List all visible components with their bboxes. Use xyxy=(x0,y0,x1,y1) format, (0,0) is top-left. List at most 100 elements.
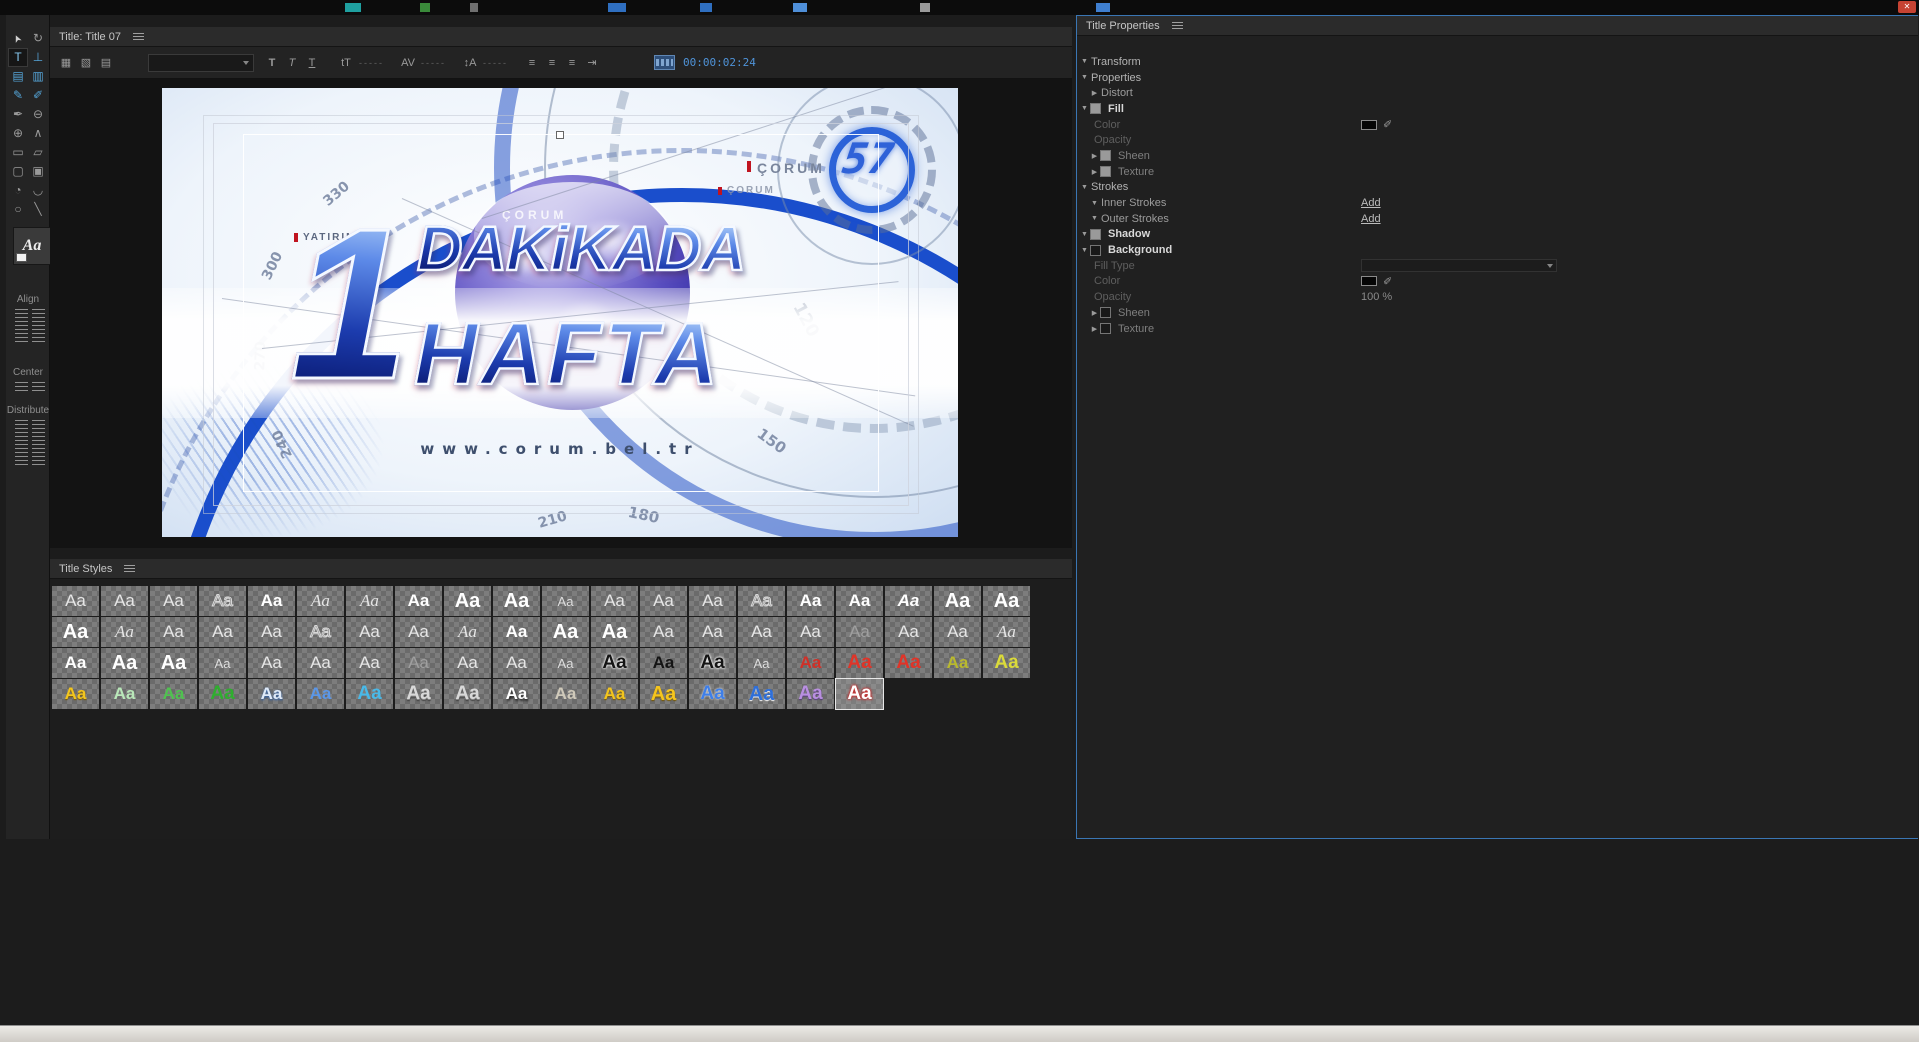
center-horizontal-button[interactable] xyxy=(15,382,28,392)
area-type-tool[interactable]: ▤ xyxy=(8,67,28,86)
arc-tool[interactable]: ◡ xyxy=(28,181,48,200)
distribute-vertical-even-button[interactable] xyxy=(32,456,45,466)
rounded-rectangle-tool[interactable]: ▣ xyxy=(28,162,48,181)
rotation-tool[interactable]: ↻ xyxy=(28,29,48,48)
distribute-horizontal-even-button[interactable] xyxy=(15,456,28,466)
style-swatch[interactable]: Aa xyxy=(591,648,638,678)
chevron-icon[interactable]: ▼ xyxy=(1080,231,1089,238)
style-swatch[interactable]: Aa xyxy=(101,586,148,616)
style-swatch[interactable]: Aa xyxy=(738,679,785,709)
style-swatch[interactable]: Aa xyxy=(395,617,442,647)
style-swatch[interactable]: Aa xyxy=(248,586,295,616)
panel-menu-icon[interactable] xyxy=(124,565,135,572)
style-swatch[interactable]: Aa xyxy=(346,617,393,647)
align-right-button[interactable]: ≡ xyxy=(564,54,580,72)
style-swatch[interactable]: Aa xyxy=(101,648,148,678)
style-swatch[interactable]: Aa xyxy=(542,679,589,709)
style-swatch[interactable]: Aa xyxy=(885,617,932,647)
style-swatch[interactable]: Aa xyxy=(787,586,834,616)
style-swatch[interactable]: Aa xyxy=(346,586,393,616)
style-swatch[interactable]: Aa xyxy=(101,679,148,709)
style-swatch[interactable]: Aa xyxy=(493,679,540,709)
fill-type-dropdown[interactable] xyxy=(1361,259,1557,272)
align-horizontal-center-button[interactable] xyxy=(15,321,28,331)
bold-button[interactable]: T xyxy=(264,54,280,72)
style-swatch[interactable]: Aa xyxy=(493,617,540,647)
ellipse-tool[interactable]: ○ xyxy=(8,200,28,219)
checkbox[interactable] xyxy=(1090,245,1101,256)
style-swatch[interactable]: Aa xyxy=(836,679,883,709)
chevron-icon[interactable]: ▶ xyxy=(1090,89,1099,97)
style-swatch[interactable]: Aa xyxy=(444,648,491,678)
style-swatch[interactable]: Aa xyxy=(150,648,197,678)
distribute-vertical-bottom-button[interactable] xyxy=(32,444,45,454)
style-swatch[interactable]: Aa xyxy=(150,617,197,647)
style-swatch[interactable]: Aa xyxy=(983,648,1030,678)
style-swatch[interactable]: Aa xyxy=(199,679,246,709)
timecode-display[interactable]: 00:00:02:24 xyxy=(683,56,756,69)
align-horizontal-left-button[interactable] xyxy=(15,309,28,319)
style-swatch[interactable]: Aa xyxy=(297,648,344,678)
style-swatch[interactable]: Aa xyxy=(101,617,148,647)
distribute-vertical-top-button[interactable] xyxy=(32,420,45,430)
style-swatch[interactable]: Aa xyxy=(787,648,834,678)
style-swatch[interactable]: Aa xyxy=(199,648,246,678)
window-close-button[interactable]: ✕ xyxy=(1898,1,1916,13)
style-swatch[interactable]: Aa xyxy=(640,617,687,647)
checkbox[interactable] xyxy=(1100,307,1111,318)
style-swatch[interactable]: Aa xyxy=(150,679,197,709)
style-swatch[interactable]: Aa xyxy=(297,617,344,647)
style-swatch[interactable]: Aa xyxy=(346,679,393,709)
style-swatch[interactable]: Aa xyxy=(885,586,932,616)
style-swatch[interactable]: Aa xyxy=(444,586,491,616)
checkbox[interactable] xyxy=(1100,323,1111,334)
align-vertical-top-button[interactable] xyxy=(32,309,45,319)
chevron-icon[interactable]: ▶ xyxy=(1090,152,1099,160)
align-left-button[interactable]: ≡ xyxy=(524,54,540,72)
tab-stops-button[interactable]: ⇥ xyxy=(584,54,600,72)
style-swatch[interactable]: Aa xyxy=(493,586,540,616)
leading-value[interactable]: ----- xyxy=(483,58,508,68)
chevron-icon[interactable]: ▼ xyxy=(1080,74,1089,81)
rounded-corner-rectangle-tool[interactable]: ▢ xyxy=(8,162,28,181)
distribute-vertical-center-button[interactable] xyxy=(32,432,45,442)
add-stroke-link[interactable]: Add xyxy=(1361,197,1381,209)
style-swatch[interactable]: Aa xyxy=(248,679,295,709)
style-swatch[interactable]: Aa xyxy=(297,679,344,709)
style-swatch[interactable]: Aa xyxy=(787,679,834,709)
chevron-icon[interactable]: ▼ xyxy=(1080,247,1089,254)
style-library-icon[interactable]: ▧ xyxy=(78,54,94,72)
type-tool[interactable]: T xyxy=(8,48,28,67)
style-swatch[interactable]: Aa xyxy=(150,586,197,616)
vertical-path-type-tool[interactable]: ✐ xyxy=(28,86,48,105)
distribute-horizontal-right-button[interactable] xyxy=(15,444,28,454)
line-tool[interactable]: ╲ xyxy=(28,200,48,219)
kerning-value[interactable]: ----- xyxy=(421,58,446,68)
style-swatch[interactable]: Aa xyxy=(738,586,785,616)
font-family-dropdown[interactable] xyxy=(148,54,254,72)
style-swatch[interactable]: Aa xyxy=(542,617,589,647)
selection-handle[interactable] xyxy=(556,131,564,139)
italic-button[interactable]: T xyxy=(284,54,300,72)
style-swatch[interactable]: Aa xyxy=(248,648,295,678)
style-swatch[interactable]: Aa xyxy=(52,617,99,647)
checkbox[interactable] xyxy=(1090,103,1101,114)
panel-menu-icon[interactable] xyxy=(133,33,144,40)
chevron-icon[interactable]: ▼ xyxy=(1080,105,1089,112)
style-swatch[interactable]: Aa xyxy=(738,648,785,678)
color-swatch[interactable] xyxy=(1361,120,1377,130)
style-swatch[interactable]: Aa xyxy=(591,679,638,709)
chevron-icon[interactable]: ▼ xyxy=(1090,200,1099,207)
align-vertical-bottom-button[interactable] xyxy=(32,333,45,343)
style-swatch[interactable]: Aa xyxy=(52,586,99,616)
chevron-icon[interactable]: ▼ xyxy=(1080,58,1089,65)
style-swatch[interactable]: Aa xyxy=(738,617,785,647)
style-swatch[interactable]: Aa xyxy=(395,648,442,678)
style-swatch[interactable]: Aa xyxy=(591,617,638,647)
wedge-tool[interactable]: ◔ xyxy=(8,181,28,200)
pen-tool[interactable]: ✒ xyxy=(8,105,28,124)
rectangle-tool[interactable]: ▭ xyxy=(8,143,28,162)
panel-menu-icon[interactable] xyxy=(1172,22,1183,29)
style-swatch[interactable]: Aa xyxy=(395,586,442,616)
underline-button[interactable]: T xyxy=(304,54,320,72)
